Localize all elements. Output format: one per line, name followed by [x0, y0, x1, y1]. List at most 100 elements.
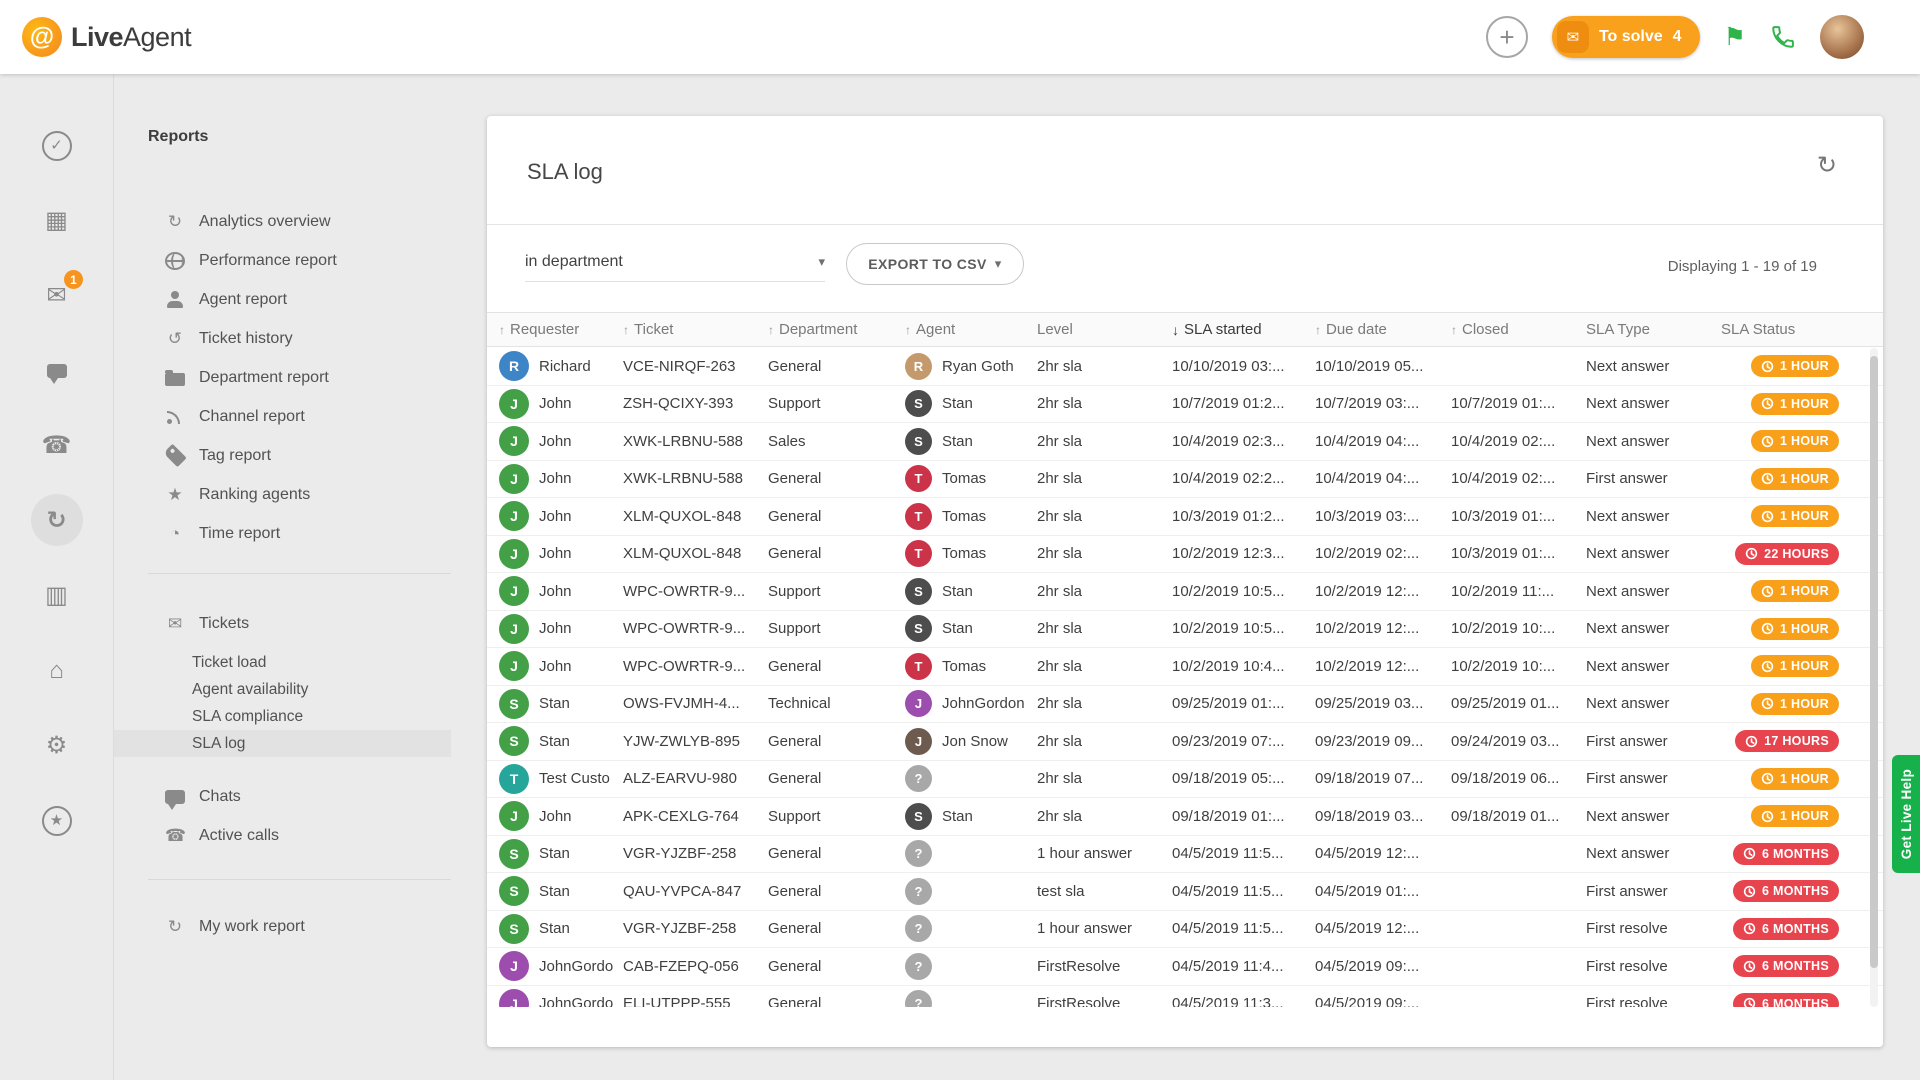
sidebar-subitem-sla-log[interactable]: SLA log [114, 730, 451, 757]
due-date: 09/18/2019 03... [1315, 808, 1451, 825]
sidebar-subitem-ticket-load[interactable]: Ticket load [114, 649, 451, 676]
department-filter-select[interactable]: in department ▾ [525, 242, 825, 282]
table-row[interactable]: SStanOWS-FVJMH-4...TechnicalJJohnGordon2… [487, 686, 1883, 724]
table-row[interactable]: SStanVGR-YJZBF-258General?1 hour answer0… [487, 836, 1883, 874]
divider [148, 879, 451, 880]
column-header-sla-status[interactable]: SLA Status [1721, 321, 1878, 338]
closed-date: 10/4/2019 02:... [1451, 433, 1586, 450]
filter-selected-value: in department [525, 253, 623, 271]
column-header-department[interactable]: ↑Department [768, 321, 905, 338]
agent-cell: JJon Snow [905, 728, 1037, 755]
due-date: 09/18/2019 07... [1315, 770, 1451, 787]
clock-icon [1761, 622, 1774, 635]
column-header-sla-started[interactable]: ↓SLA started [1172, 321, 1315, 338]
column-header-ticket[interactable]: ↑Ticket [623, 321, 768, 338]
sidebar-item-department-report[interactable]: Department report [114, 358, 451, 397]
table-row[interactable]: SStanYJW-ZWLYB-895GeneralJJon Snow2hr sl… [487, 723, 1883, 761]
clock-icon [1745, 547, 1758, 560]
refresh-icon[interactable]: ↻ [1817, 154, 1837, 178]
table-row[interactable]: JJohnAPK-CEXLG-764SupportSStan2hr sla09/… [487, 798, 1883, 836]
sidebar-item-active-calls[interactable]: Active calls [114, 816, 451, 855]
get-live-help-tab[interactable]: Get Live Help [1892, 755, 1920, 873]
department: General [768, 733, 905, 750]
rail-item-check-circle[interactable] [0, 108, 113, 183]
table-row[interactable]: SStanQAU-YVPCA-847General?test sla04/5/2… [487, 873, 1883, 911]
sidebar-item-tag-report[interactable]: Tag report [114, 436, 451, 475]
closed-date: 10/2/2019 11:... [1451, 583, 1586, 600]
closed-date: 09/25/2019 01... [1451, 695, 1586, 712]
column-header-due-date[interactable]: ↑Due date [1315, 321, 1451, 338]
liveagent-logo[interactable]: @ LiveAgent [22, 17, 191, 57]
sla-type: Next answer [1586, 808, 1721, 825]
column-header-requester[interactable]: ↑Requester [499, 321, 623, 338]
table-row[interactable]: JJohnZSH-QCIXY-393SupportSStan2hr sla10/… [487, 386, 1883, 424]
sidebar-item-analytics-overview[interactable]: Analytics overview [114, 202, 451, 241]
table-row[interactable]: JJohnXLM-QUXOL-848GeneralTTomas2hr sla10… [487, 536, 1883, 574]
table-row[interactable]: JJohnWPC-OWRTR-9...SupportSStan2hr sla10… [487, 611, 1883, 649]
agent-cell: SStan [905, 578, 1037, 605]
sidebar-subitem-agent-availability[interactable]: Agent availability [114, 676, 451, 703]
column-header-sla-type[interactable]: SLA Type [1586, 321, 1721, 338]
sidebar-item-performance-report[interactable]: Performance report [114, 241, 451, 280]
requester-cell: SStan [499, 726, 623, 756]
requester-name: Stan [539, 883, 570, 900]
rail-item-chat[interactable] [0, 333, 113, 408]
create-new-button[interactable]: + [1486, 16, 1528, 58]
clock-icon [1743, 997, 1756, 1007]
sidebar-item-ranking-agents[interactable]: Ranking agents [114, 475, 451, 514]
table-row[interactable]: JJohnWPC-OWRTR-9...GeneralTTomas2hr sla1… [487, 648, 1883, 686]
sidebar-item-chats[interactable]: Chats [114, 777, 451, 816]
sla-status-badge: 1 HOUR [1751, 655, 1839, 677]
rail-item-bank[interactable] [0, 633, 113, 708]
agent-name: Tomas [942, 658, 986, 675]
calls-status-button[interactable] [1770, 24, 1796, 50]
table-row[interactable]: JJohnXWK-LRBNU-588GeneralTTomas2hr sla10… [487, 461, 1883, 499]
column-header-level[interactable]: Level [1037, 321, 1172, 338]
sidebar-subitem-sla-compliance[interactable]: SLA compliance [114, 703, 451, 730]
sla-started: 10/3/2019 01:2... [1172, 508, 1315, 525]
requester-avatar: J [499, 651, 529, 681]
table-row[interactable]: TTest CustoALZ-EARVU-980General?2hr sla0… [487, 761, 1883, 799]
department: Support [768, 620, 905, 637]
rail-item-gear[interactable] [0, 708, 113, 783]
table-row[interactable]: JJohnGordoCAB-FZEPQ-056General?FirstReso… [487, 948, 1883, 986]
clock-icon [1761, 585, 1774, 598]
sort-icon: ↑ [768, 323, 774, 337]
sidebar-item-my-work-report[interactable]: My work report [114, 907, 451, 946]
star-icon [165, 485, 185, 505]
column-header-agent[interactable]: ↑Agent [905, 321, 1037, 338]
rail-item-star[interactable] [0, 783, 113, 858]
table-row[interactable]: RRichardVCE-NIRQF-263GeneralRRyan Goth2h… [487, 348, 1883, 386]
sla-status-label: 17 HOURS [1764, 734, 1829, 748]
rail-item-mail[interactable]: 1 [0, 258, 113, 333]
agent-avatar: S [905, 390, 932, 417]
sidebar-item-agent-report[interactable]: Agent report [114, 280, 451, 319]
due-date: 09/23/2019 09... [1315, 733, 1451, 750]
table-row[interactable]: JJohnXLM-QUXOL-848GeneralTTomas2hr sla10… [487, 498, 1883, 536]
sidebar-item-tickets[interactable]: Tickets [114, 604, 451, 643]
requester-cell: JJohn [499, 801, 623, 831]
sidebar-item-channel-report[interactable]: Channel report [114, 397, 451, 436]
table-row[interactable]: SStanVGR-YJZBF-258General?1 hour answer0… [487, 911, 1883, 949]
due-date: 04/5/2019 12:... [1315, 920, 1451, 937]
rail-item-phone[interactable] [0, 408, 113, 483]
sla-status-badge: 1 HOUR [1751, 468, 1839, 490]
rail-item-dashboard[interactable] [0, 183, 113, 258]
rail-item-contacts[interactable] [0, 558, 113, 633]
user-avatar[interactable] [1820, 15, 1864, 59]
rail-item-reports[interactable] [0, 483, 113, 558]
chats-status-button[interactable]: ⚑ [1724, 25, 1746, 50]
column-header-closed[interactable]: ↑Closed [1451, 321, 1586, 338]
requester-avatar: T [499, 764, 529, 794]
table-row[interactable]: JJohnXWK-LRBNU-588SalesSStan2hr sla10/4/… [487, 423, 1883, 461]
export-csv-button[interactable]: EXPORT TO CSV ▾ [846, 243, 1024, 285]
scrollbar-thumb[interactable] [1870, 356, 1878, 968]
sidebar-item-time-report[interactable]: Time report [114, 514, 451, 553]
to-solve-button[interactable]: ✉ To solve 4 [1552, 16, 1700, 58]
department: Sales [768, 433, 905, 450]
tag-icon [163, 444, 186, 467]
sidebar-item-ticket-history[interactable]: Ticket history [114, 319, 451, 358]
table-row[interactable]: JJohnWPC-OWRTR-9...SupportSStan2hr sla10… [487, 573, 1883, 611]
table-row[interactable]: JJohnGordoELI-UTPPP-555General?FirstReso… [487, 986, 1883, 1008]
loop-icon [165, 917, 185, 937]
